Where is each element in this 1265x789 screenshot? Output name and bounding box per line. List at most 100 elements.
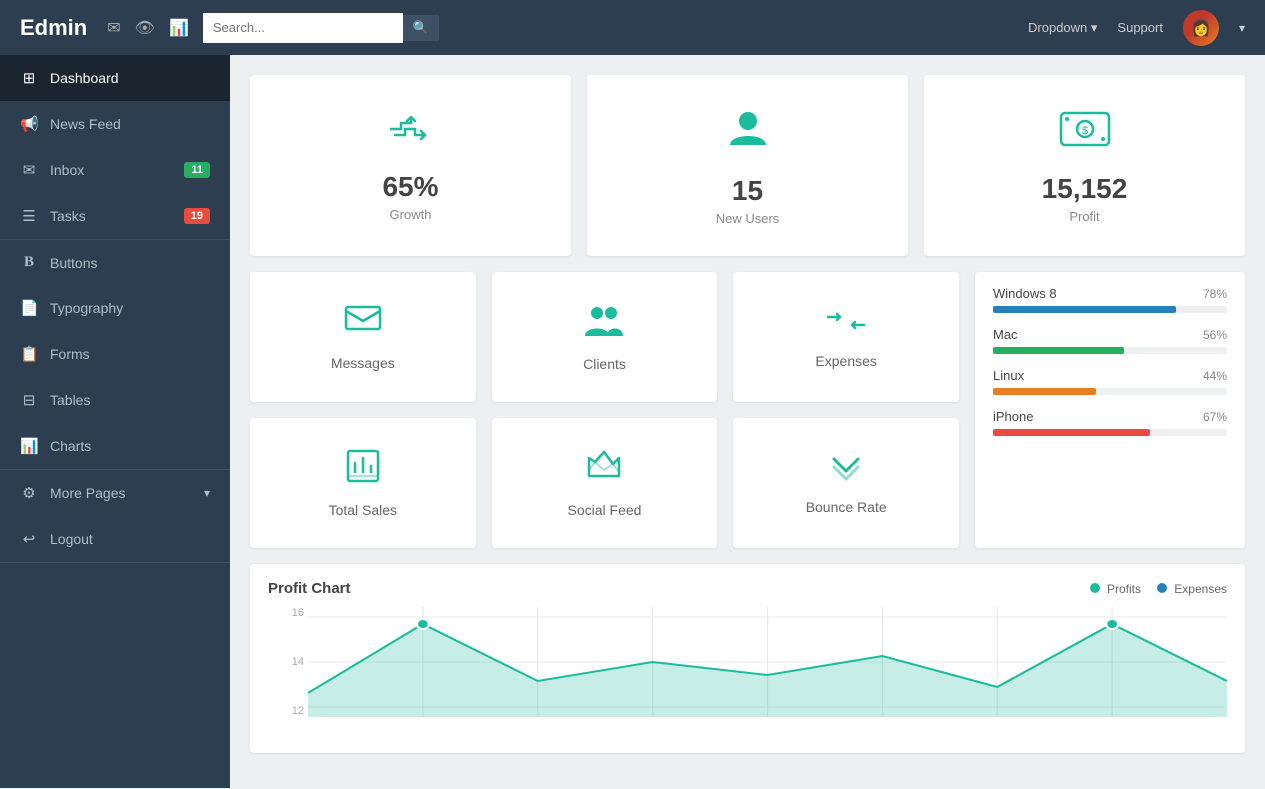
sidebar-section-main: ⊞ Dashboard 📢 News Feed ✉ Inbox 11 ☰ Tas…	[0, 55, 230, 240]
chart-svg	[308, 607, 1227, 717]
action-card-expenses[interactable]: Expenses	[733, 272, 959, 402]
progress-item-iphone: iPhone 67%	[993, 409, 1227, 436]
progress-item-windows8: Windows 8 78%	[993, 286, 1227, 313]
sidebar: ⊞ Dashboard 📢 News Feed ✉ Inbox 11 ☰ Tas…	[0, 55, 230, 788]
social-feed-icon	[585, 448, 623, 492]
y-label-12: 12	[268, 705, 304, 717]
avatar[interactable]: 👩	[1183, 10, 1219, 46]
mail-icon[interactable]: ✉	[107, 18, 120, 38]
sidebar-item-dashboard[interactable]: ⊞ Dashboard	[0, 55, 230, 101]
action-card-social-feed[interactable]: Social Feed	[492, 418, 718, 548]
sidebar-item-charts[interactable]: 📊 Charts	[0, 423, 230, 469]
search-form: 🔍	[203, 13, 439, 43]
windows8-bar-fill	[993, 306, 1176, 313]
tasks-badge: 19	[184, 208, 210, 224]
sidebar-item-label: Inbox	[50, 162, 84, 178]
legend-profits: Profits	[1090, 582, 1141, 596]
sidebar-section-extra: ⚙ More Pages ▾ ↩ Logout	[0, 470, 230, 563]
search-button[interactable]: 🔍	[403, 15, 439, 41]
brand: Edmin	[20, 15, 87, 41]
messages-icon	[344, 303, 382, 345]
action-card-clients[interactable]: Clients	[492, 272, 718, 402]
sidebar-item-logout[interactable]: ↩ Logout	[0, 516, 230, 562]
dashboard-icon: ⊞	[20, 69, 38, 87]
stat-card-new-users: 15 New Users	[587, 75, 908, 256]
sidebar-section-ui: B Buttons 📄 Typography 📋 Forms ⊟ Tables …	[0, 240, 230, 470]
sidebar-item-label: Typography	[50, 300, 123, 316]
profit-chart-section: Profit Chart Profits Expenses 16 14	[250, 564, 1245, 753]
iphone-bar-fill	[993, 429, 1150, 436]
sidebar-item-label: Forms	[50, 346, 90, 362]
sidebar-item-tables[interactable]: ⊟ Tables	[0, 377, 230, 423]
topnav-icons: ✉ 👁 📊	[107, 18, 189, 38]
svg-text:$: $	[1082, 125, 1088, 137]
action-progress-grid: Messages Clients	[250, 272, 1245, 548]
expenses-icon	[824, 306, 868, 343]
progress-item-linux: Linux 44%	[993, 368, 1227, 395]
stat-card-profit: $ 15,152 Profit	[924, 75, 1245, 256]
action-card-bounce-rate[interactable]: Bounce Rate	[733, 418, 959, 548]
avatar-dropdown-arrow[interactable]: ▾	[1239, 21, 1245, 35]
profits-peak-dot2	[1106, 619, 1118, 629]
sidebar-item-tasks[interactable]: ☰ Tasks 19	[0, 193, 230, 239]
social-feed-label: Social Feed	[568, 502, 642, 518]
total-sales-label: Total Sales	[329, 502, 397, 518]
sidebar-item-label: News Feed	[50, 116, 121, 132]
news-feed-icon: 📢	[20, 115, 38, 133]
sidebar-item-buttons[interactable]: B Buttons	[0, 240, 230, 285]
sidebar-item-typography[interactable]: 📄 Typography	[0, 285, 230, 331]
profits-dot	[1090, 583, 1100, 593]
windows8-bar-bg	[993, 306, 1227, 313]
support-link[interactable]: Support	[1117, 20, 1163, 35]
clients-icon	[583, 302, 625, 346]
chart-area: 16 14 12	[268, 607, 1227, 737]
sidebar-item-news-feed[interactable]: 📢 News Feed	[0, 101, 230, 147]
chart-header: Profit Chart Profits Expenses	[268, 580, 1227, 597]
growth-value: 65%	[382, 171, 438, 203]
windows8-label: Windows 8	[993, 286, 1057, 301]
profit-value: 15,152	[1042, 173, 1128, 205]
legend-expenses: Expenses	[1157, 582, 1227, 596]
profit-label: Profit	[1069, 209, 1099, 224]
sidebar-item-forms[interactable]: 📋 Forms	[0, 331, 230, 377]
sidebar-item-inbox[interactable]: ✉ Inbox 11	[0, 147, 230, 193]
y-label-16: 16	[268, 607, 304, 619]
chart-icon[interactable]: 📊	[169, 18, 189, 38]
action-card-messages[interactable]: Messages	[250, 272, 476, 402]
inbox-icon: ✉	[20, 161, 38, 179]
search-input[interactable]	[203, 13, 403, 43]
windows8-pct: 78%	[1203, 287, 1227, 301]
bounce-rate-icon	[828, 451, 864, 489]
stat-cards: 65% Growth 15 New Users	[250, 75, 1245, 256]
logout-icon: ↩	[20, 530, 38, 548]
dropdown-menu[interactable]: Dropdown ▾	[1028, 20, 1097, 36]
iphone-label: iPhone	[993, 409, 1033, 424]
more-pages-icon: ⚙	[20, 484, 38, 502]
sidebar-item-more-pages[interactable]: ⚙ More Pages ▾	[0, 470, 230, 516]
clients-label: Clients	[583, 356, 626, 372]
mac-pct: 56%	[1203, 328, 1227, 342]
more-pages-chevron: ▾	[204, 486, 210, 500]
chart-legend: Profits Expenses	[1090, 582, 1227, 596]
mac-bar-fill	[993, 347, 1124, 354]
bounce-rate-label: Bounce Rate	[806, 499, 887, 515]
charts-icon: 📊	[20, 437, 38, 455]
linux-bar-bg	[993, 388, 1227, 395]
sidebar-item-label: Tasks	[50, 208, 86, 224]
sidebar-item-label: Buttons	[50, 255, 97, 271]
new-users-value: 15	[732, 175, 763, 207]
new-users-label: New Users	[716, 211, 780, 226]
layout: ⊞ Dashboard 📢 News Feed ✉ Inbox 11 ☰ Tas…	[0, 55, 1265, 789]
buttons-icon: B	[20, 254, 38, 271]
inbox-badge: 11	[184, 162, 210, 178]
new-users-icon	[724, 105, 772, 163]
progress-panel: Windows 8 78% Mac 56%	[975, 272, 1245, 548]
sidebar-item-label: Tables	[50, 392, 90, 408]
y-axis: 16 14 12	[268, 607, 304, 717]
forms-icon: 📋	[20, 345, 38, 363]
action-card-total-sales[interactable]: Total Sales	[250, 418, 476, 548]
eye-icon[interactable]: 👁	[135, 18, 155, 38]
total-sales-icon	[345, 448, 381, 492]
main-content: 65% Growth 15 New Users	[230, 55, 1265, 789]
expenses-dot	[1157, 583, 1167, 593]
